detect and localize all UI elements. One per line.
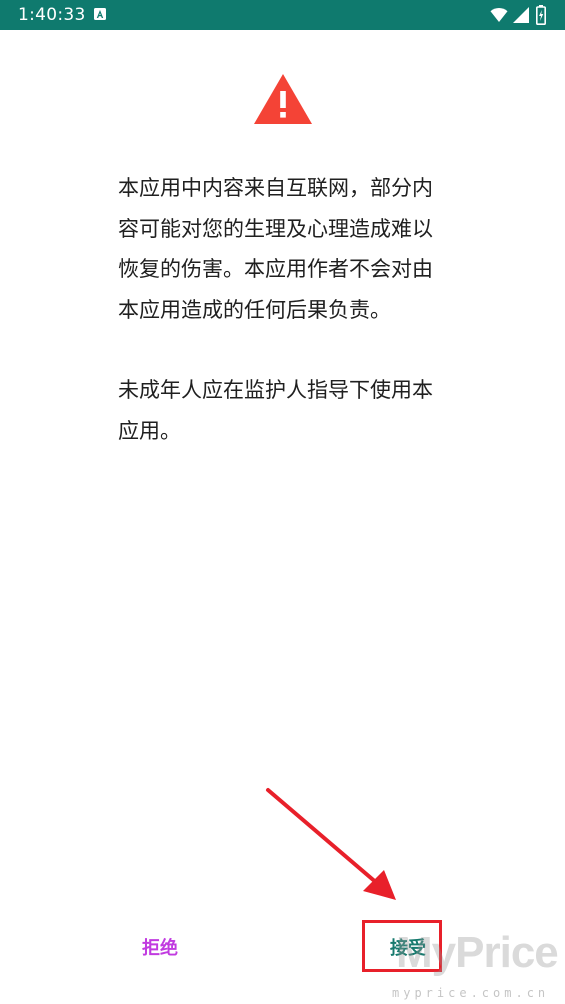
warning-triangle-icon: [254, 74, 312, 124]
watermark-url: myprice.com.cn: [392, 986, 550, 1000]
disclaimer-paragraph-1: 本应用中内容来自互联网，部分内容可能对您的生理及心理造成难以恢复的伤害。本应用作…: [118, 176, 433, 322]
watermark-logo: MyPrice: [396, 928, 559, 977]
battery-charging-icon: [536, 5, 546, 25]
disclaimer-screen: 1:40:33 本应用中内容来自互联网，部分内容可能对您的生理及心理造成难以恢复…: [0, 0, 565, 1004]
disclaimer-text: 本应用中内容来自互联网，部分内容可能对您的生理及心理造成难以恢复的伤害。本应用作…: [118, 168, 448, 451]
accessibility-a-icon: [94, 8, 106, 20]
status-bar: 1:40:33: [0, 0, 565, 30]
wifi-icon: [490, 8, 508, 22]
annotation-arrow-icon: [266, 788, 396, 900]
reject-button[interactable]: 拒绝: [132, 930, 188, 968]
disclaimer-paragraph-2: 未成年人应在监护人指导下使用本应用。: [118, 378, 433, 443]
signal-icon: [513, 7, 529, 23]
status-time: 1:40:33: [18, 5, 86, 25]
